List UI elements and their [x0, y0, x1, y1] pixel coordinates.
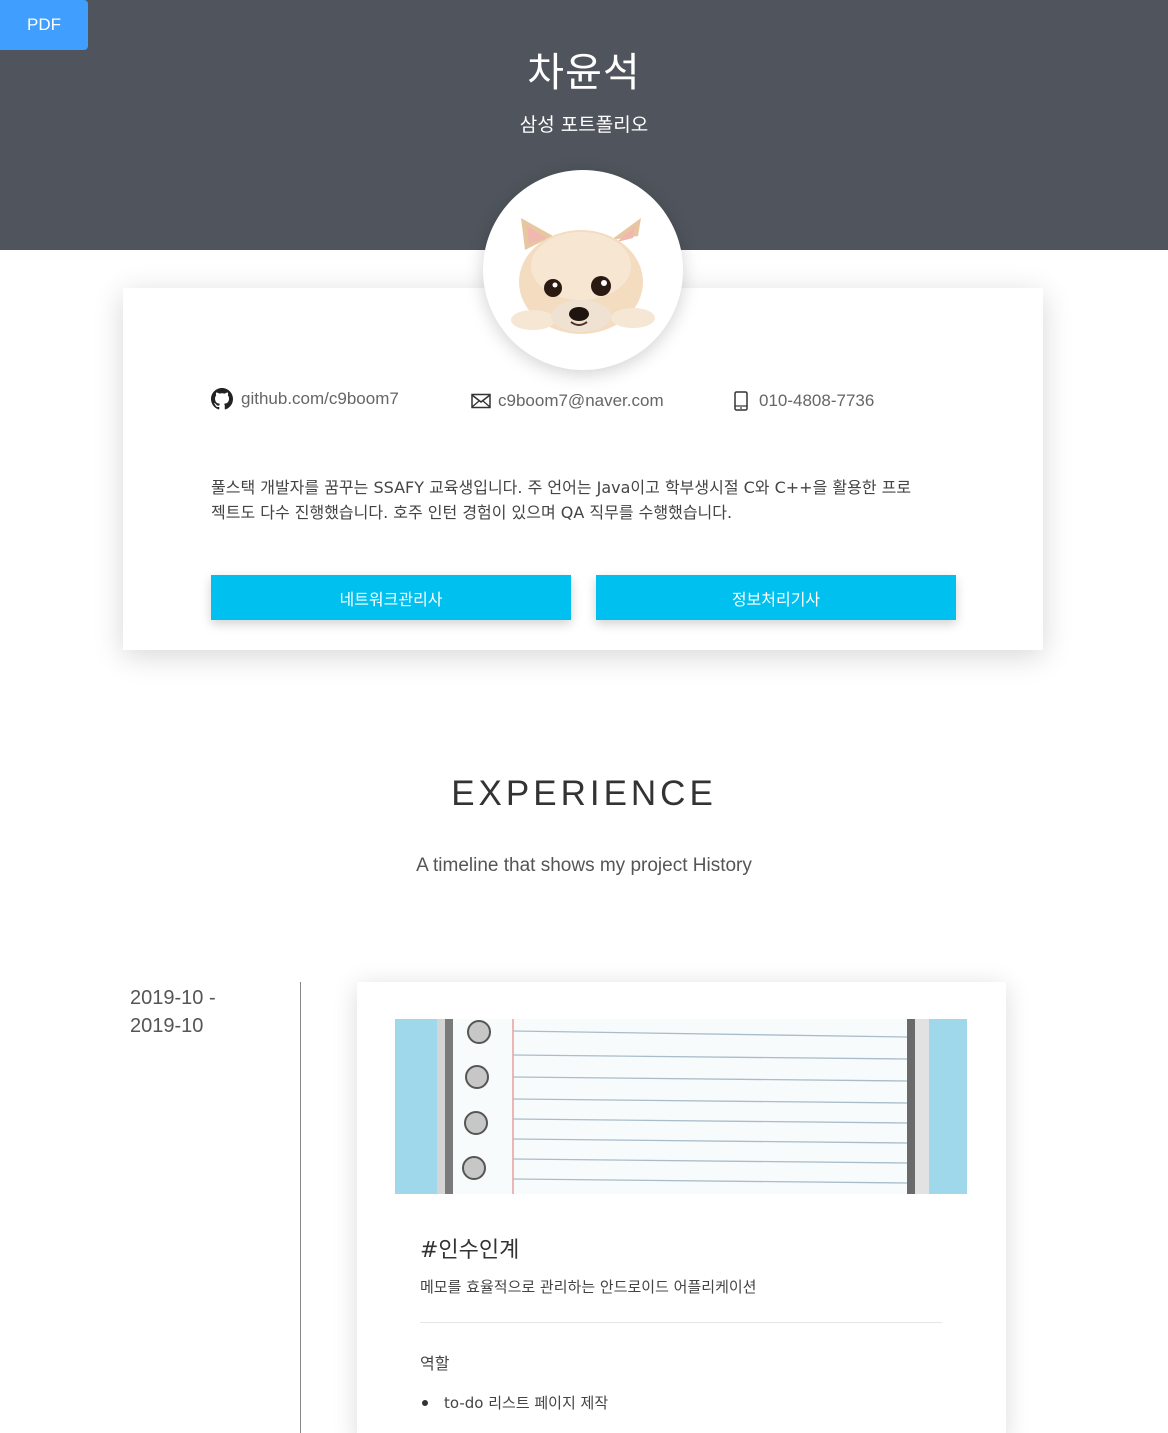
divider	[420, 1322, 942, 1323]
contact-phone[interactable]: 010-4808-7736	[733, 390, 874, 412]
intro-line-2: 젝트도 다수 진행했습니다. 호주 인턴 경험이 있으며 QA 직무를 수행했습…	[211, 503, 733, 522]
pdf-button[interactable]: PDF	[0, 0, 88, 50]
contact-github[interactable]: github.com/c9boom7	[211, 388, 399, 410]
dog-avatar-image	[511, 218, 655, 334]
mail-icon	[470, 390, 492, 412]
role-text: to-do 리스트 페이지 제작	[444, 1394, 609, 1412]
timeline-date-start: 2019-10 -	[130, 987, 216, 1009]
contact-phone-text: 010-4808-7736	[759, 391, 875, 410]
contact-email[interactable]: c9boom7@naver.com	[470, 390, 664, 412]
role-label: 역할	[420, 1354, 450, 1373]
project-title: #인수인계	[420, 1238, 520, 1263]
project-image	[395, 1019, 967, 1194]
notebook-image	[395, 1019, 967, 1194]
intro-text: 풀스택 개발자를 꿈꾸는 SSAFY 교육생입니다. 주 언어는 Java이고 …	[211, 475, 956, 525]
avatar	[483, 170, 683, 370]
certificate-button-network[interactable]: 네트워크관리사	[211, 575, 571, 620]
timeline-line	[300, 982, 301, 1433]
page-title: 차윤석	[527, 50, 641, 96]
role-list: to-do 리스트 페이지 제작	[420, 1392, 608, 1413]
project-description: 메모를 효율적으로 관리하는 안드로이드 어플리케이션	[420, 1278, 757, 1296]
github-icon	[211, 388, 233, 410]
phone-icon	[733, 390, 749, 412]
contact-github-text: github.com/c9boom7	[241, 389, 399, 408]
intro-line-1: 풀스택 개발자를 꿈꾸는 SSAFY 교육생입니다. 주 언어는 Java이고 …	[211, 478, 912, 497]
bullet-icon	[422, 1399, 428, 1406]
certificate-button-engineer[interactable]: 정보처리기사	[596, 575, 956, 620]
timeline-date: 2019-10 - 2019-10	[130, 984, 280, 1040]
contact-email-text: c9boom7@naver.com	[498, 391, 664, 410]
list-item: to-do 리스트 페이지 제작	[420, 1392, 608, 1413]
timeline-date-end: 2019-10	[130, 1015, 204, 1037]
section-subtitle: A timeline that shows my project History	[416, 855, 752, 876]
page-subtitle: 삼성 포트폴리오	[519, 114, 649, 136]
section-title: EXPERIENCE	[451, 774, 717, 813]
